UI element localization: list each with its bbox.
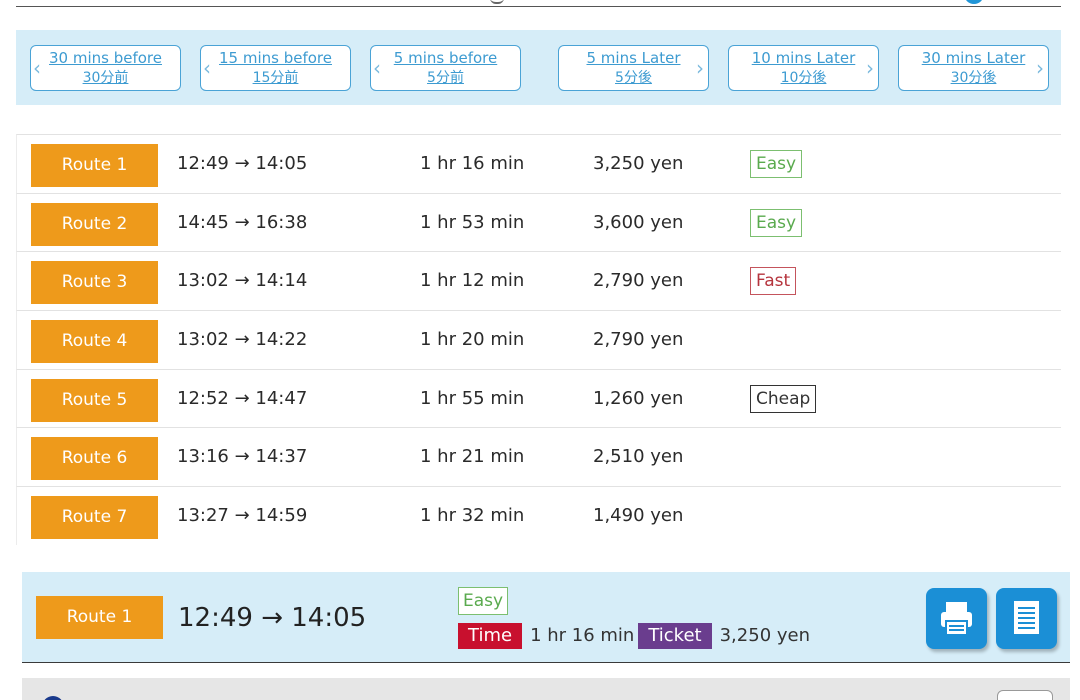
route-duration: 1 hr 20 min [420, 329, 525, 351]
ticket-label-pill: Ticket [638, 623, 712, 649]
time-button-30-later[interactable]: › 30 mins Later 30分後 [898, 45, 1049, 91]
route-badge[interactable]: Route 1 [31, 144, 158, 187]
route-time: 13:27 → 14:59 [177, 505, 308, 527]
route-tag-cheap: Cheap [750, 384, 817, 413]
route-tag-easy: Easy [750, 208, 803, 237]
time-button-label-ja: 30分前 [82, 70, 129, 86]
route-time: 13:02 → 14:14 [177, 270, 308, 292]
time-button-label: 30 mins before [49, 49, 162, 67]
chevron-left-icon: ‹ [203, 56, 211, 80]
route-list: Route 1 12:49 → 14:05 1 hr 16 min 3,250 … [16, 134, 1061, 545]
chevron-left-icon: ‹ [33, 56, 41, 80]
chevron-right-icon: › [696, 56, 704, 80]
route-time: 12:52 → 14:47 [177, 387, 308, 409]
summary-fare: 3,250 yen [719, 625, 810, 646]
time-button-label-ja: 10分後 [780, 70, 827, 86]
time-button-label-ja: 30分後 [950, 70, 997, 86]
route-fare: 1,260 yen [593, 387, 684, 409]
document-icon [1014, 601, 1039, 634]
time-button-10-later[interactable]: › 10 mins Later 10分後 [728, 45, 879, 91]
route-badge[interactable]: Route 7 [31, 496, 158, 540]
chevron-left-icon: ‹ [373, 56, 381, 80]
time-button-label-ja: 5分前 [427, 70, 464, 86]
route-duration: 1 hr 12 min [420, 270, 525, 292]
route-row[interactable]: Route 4 13:02 → 14:22 1 hr 20 min 2,790 … [16, 310, 1061, 369]
route-duration: 1 hr 16 min [420, 153, 525, 174]
route-fare: 3,600 yen [593, 211, 684, 233]
time-button-label: 30 mins Later [921, 49, 1026, 67]
route-badge[interactable]: Route 4 [31, 320, 158, 364]
time-button-30-before[interactable]: ‹ 30 mins before 30分前 [30, 45, 181, 91]
route-duration: 1 hr 55 min [420, 387, 525, 409]
chevron-right-icon: › [866, 56, 874, 80]
summary-tag-easy: Easy [458, 587, 509, 615]
route-row[interactable]: Route 6 13:16 → 14:37 1 hr 21 min 2,510 … [16, 427, 1061, 487]
route-row[interactable]: Route 1 12:49 → 14:05 1 hr 16 min 3,250 … [16, 134, 1061, 193]
route-fare: 3,250 yen [593, 153, 684, 174]
route-fare: 2,790 yen [593, 329, 684, 351]
time-button-label: 5 mins before [393, 49, 498, 67]
summary-time: 12:49 → 14:05 [178, 603, 367, 633]
route-duration: 1 hr 21 min [420, 446, 525, 468]
summary-details: Time 1 hr 16 min Ticket 3,250 yen [458, 623, 810, 649]
route-fare: 2,510 yen [593, 446, 684, 468]
route-duration: 1 hr 53 min [420, 211, 525, 233]
route-time: 13:02 → 14:22 [177, 329, 308, 351]
summary-route-badge[interactable]: Route 1 [36, 596, 163, 639]
top-divider [16, 6, 1061, 7]
route-row[interactable]: Route 3 13:02 → 14:14 1 hr 12 min 2,790 … [16, 251, 1061, 311]
info-icon [42, 696, 64, 700]
time-button-label: 10 mins Later [751, 49, 856, 67]
time-button-5-later[interactable]: › 5 mins Later 5分後 [558, 45, 709, 91]
route-time: 14:45 → 16:38 [177, 211, 308, 233]
print-button[interactable] [926, 588, 987, 649]
time-button-label: 15 mins before [219, 49, 332, 67]
time-button-label-ja: 15分前 [252, 70, 299, 86]
time-label-pill: Time [458, 623, 523, 649]
clipped-icon [964, 0, 984, 4]
chevron-right-icon: › [1036, 56, 1044, 80]
route-duration: 1 hr 32 min [420, 505, 525, 527]
route-badge[interactable]: Route 6 [31, 437, 158, 481]
document-button[interactable] [996, 588, 1057, 649]
route-time: 13:16 → 14:37 [177, 446, 308, 468]
time-button-15-before[interactable]: ‹ 15 mins before 15分前 [200, 45, 351, 91]
route-fare: 1,490 yen [593, 505, 684, 527]
route-badge[interactable]: Route 2 [31, 202, 158, 246]
summary-duration: 1 hr 16 min [530, 625, 635, 646]
time-button-label-ja: 5分後 [615, 70, 652, 86]
route-tag-fast: Fast [750, 267, 797, 296]
print-icon [941, 602, 972, 636]
time-button-5-before[interactable]: ‹ 5 mins before 5分前 [370, 45, 521, 91]
route-fare: 2,790 yen [593, 270, 684, 292]
route-tag-easy: Easy [750, 150, 803, 178]
time-shift-bar: ‹ 30 mins before 30分前 ‹ 15 mins before 1… [16, 30, 1061, 105]
route-row[interactable]: Route 5 12:52 → 14:47 1 hr 55 min 1,260 … [16, 368, 1061, 428]
route-row[interactable]: Route 7 13:27 → 14:59 1 hr 32 min 1,490 … [16, 486, 1061, 545]
route-badge[interactable]: Route 3 [31, 261, 158, 305]
bottom-button[interactable] [997, 690, 1053, 700]
route-row[interactable]: Route 2 14:45 → 16:38 1 hr 53 min 3,600 … [16, 192, 1061, 252]
clipped-element [490, 0, 504, 4]
time-button-label: 5 mins Later [586, 49, 681, 67]
route-badge[interactable]: Route 5 [31, 378, 158, 422]
bottom-panel [22, 678, 1070, 700]
selected-route-summary: Route 1 12:49 → 14:05 Easy Time 1 hr 16 m… [22, 572, 1070, 663]
route-time: 12:49 → 14:05 [177, 153, 308, 174]
